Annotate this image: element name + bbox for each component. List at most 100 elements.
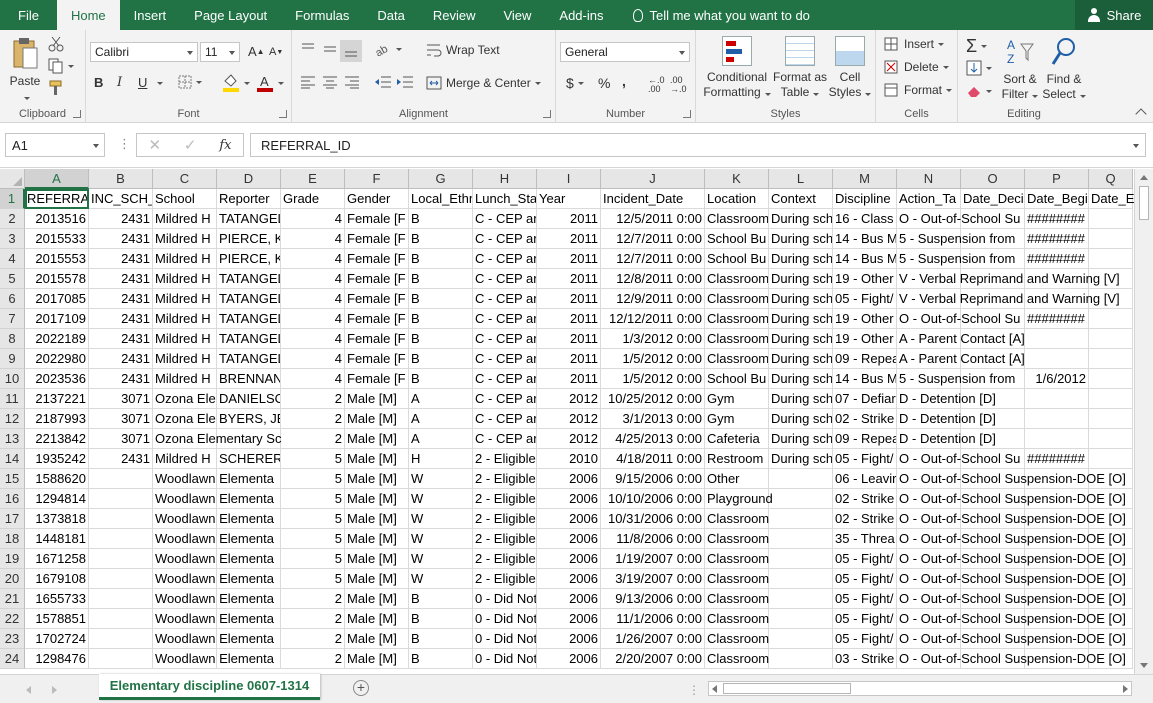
table-cell[interactable]: 2 <box>281 389 345 409</box>
table-cell[interactable]: Reporter <box>217 189 281 209</box>
table-cell[interactable]: B <box>409 309 473 329</box>
column-header-b[interactable]: B <box>89 169 153 189</box>
table-cell[interactable]: 2431 <box>89 329 153 349</box>
table-cell[interactable]: O - Out-of-School Suspension-DOE [O] <box>897 489 1126 509</box>
table-cell[interactable]: 07 - Defiar <box>833 389 897 409</box>
table-cell[interactable]: Action_Ta <box>897 189 961 209</box>
column-header-f[interactable]: F <box>345 169 409 189</box>
row-header-15[interactable]: 15 <box>0 469 25 489</box>
table-cell[interactable]: 2011 <box>537 269 601 289</box>
table-cell[interactable]: O - Out-of-School Suspension-DOE [O] <box>897 549 1126 569</box>
table-cell[interactable]: B <box>409 589 473 609</box>
delete-cells-button[interactable]: Delete <box>884 60 949 74</box>
table-cell[interactable]: ######## <box>1025 309 1089 329</box>
table-cell[interactable]: Mildred H <box>153 349 217 369</box>
table-cell[interactable]: Restroom <box>705 449 769 469</box>
table-cell[interactable]: Woodlawn Elementa <box>153 529 274 549</box>
share-button[interactable]: Share <box>1075 0 1153 30</box>
align-bottom-button[interactable] <box>340 40 362 62</box>
tab-insert[interactable]: Insert <box>120 0 181 30</box>
row-header-20[interactable]: 20 <box>0 569 25 589</box>
table-cell[interactable]: 12/7/2011 0:00 <box>601 249 705 269</box>
table-cell[interactable]: 2006 <box>537 489 601 509</box>
column-header-l[interactable]: L <box>769 169 833 189</box>
table-cell[interactable] <box>89 649 153 669</box>
table-cell[interactable]: 09 - Repea <box>833 429 897 449</box>
wrap-text-button[interactable]: Wrap Text <box>426 42 500 58</box>
table-cell[interactable]: 4 <box>281 209 345 229</box>
row-header-22[interactable]: 22 <box>0 609 25 629</box>
table-cell[interactable]: 1655733 <box>25 589 89 609</box>
column-header-q[interactable]: Q <box>1089 169 1133 189</box>
fill-color-button[interactable] <box>222 74 250 92</box>
vertical-scrollbar[interactable] <box>1134 169 1153 674</box>
table-cell[interactable]: Male [M] <box>345 649 409 669</box>
tab-add-ins[interactable]: Add-ins <box>545 0 617 30</box>
table-cell[interactable]: 1/6/2012 <box>1025 369 1089 389</box>
table-cell[interactable]: W <box>409 489 473 509</box>
table-cell[interactable]: 4/25/2013 0:00 <box>601 429 705 449</box>
table-cell[interactable]: Classroom <box>705 589 769 609</box>
table-cell[interactable]: C - CEP an <box>473 229 537 249</box>
table-cell[interactable]: 14 - Bus M <box>833 249 897 269</box>
clipboard-launcher-icon[interactable] <box>73 110 81 118</box>
fill-button[interactable] <box>966 60 992 76</box>
table-cell[interactable]: Lunch_Sta <box>473 189 537 209</box>
table-cell[interactable]: Mildred H <box>153 229 217 249</box>
table-cell[interactable]: O - Out-of-School Su <box>897 309 1020 329</box>
font-launcher-icon[interactable] <box>279 110 287 118</box>
table-cell[interactable] <box>89 529 153 549</box>
row-header-24[interactable]: 24 <box>0 649 25 669</box>
table-cell[interactable]: Classroom <box>705 509 769 529</box>
table-cell[interactable]: 4 <box>281 269 345 289</box>
table-cell[interactable]: School <box>153 189 217 209</box>
table-cell[interactable]: Female [F <box>345 309 409 329</box>
number-launcher-icon[interactable] <box>683 110 691 118</box>
table-cell[interactable]: Woodlawn Elementa <box>153 629 274 649</box>
table-cell[interactable]: Woodlawn Elementa <box>153 469 274 489</box>
table-cell[interactable]: 2 <box>281 409 345 429</box>
table-cell[interactable]: W <box>409 549 473 569</box>
table-cell[interactable]: C - CEP an <box>473 429 537 449</box>
table-cell[interactable]: 2 - Eligible <box>473 569 537 589</box>
table-cell[interactable]: O - Out-of-School Suspension-DOE [O] <box>897 609 1126 629</box>
row-header-7[interactable]: 7 <box>0 309 25 329</box>
row-header-13[interactable]: 13 <box>0 429 25 449</box>
table-cell[interactable]: TATANGEL <box>217 329 281 349</box>
table-cell[interactable]: 05 - Fight/ <box>833 609 897 629</box>
column-header-o[interactable]: O <box>961 169 1025 189</box>
table-cell[interactable]: 4 <box>281 309 345 329</box>
table-cell[interactable]: B <box>409 329 473 349</box>
table-cell[interactable]: 2017085 <box>25 289 89 309</box>
table-cell[interactable]: Male [M] <box>345 389 409 409</box>
table-cell[interactable]: 4 <box>281 289 345 309</box>
table-cell[interactable]: 0 - Did Not <box>473 609 537 629</box>
table-cell[interactable]: Classroom <box>705 269 769 289</box>
table-cell[interactable]: 1294814 <box>25 489 89 509</box>
table-cell[interactable]: B <box>409 269 473 289</box>
collapse-ribbon-icon[interactable] <box>1135 108 1147 120</box>
table-cell[interactable]: O - Out-of-School Suspension-DOE [O] <box>897 649 1126 669</box>
table-cell[interactable]: 2006 <box>537 509 601 529</box>
table-cell[interactable]: Classroom <box>705 549 769 569</box>
table-cell[interactable]: C - CEP an <box>473 289 537 309</box>
table-cell[interactable] <box>769 529 833 549</box>
table-cell[interactable]: 3/1/2013 0:00 <box>601 409 705 429</box>
table-cell[interactable]: Male [M] <box>345 609 409 629</box>
sheet-tab-active[interactable]: Elementary discipline 0607-1314 <box>99 674 320 700</box>
table-cell[interactable]: Female [F <box>345 229 409 249</box>
table-cell[interactable] <box>1025 409 1089 429</box>
table-cell[interactable]: 2011 <box>537 349 601 369</box>
table-cell[interactable]: 2 - Eligible <box>473 449 537 469</box>
percent-button[interactable]: % <box>598 75 610 91</box>
table-cell[interactable]: 2012 <box>537 389 601 409</box>
table-cell[interactable]: TATANGEL <box>217 269 281 289</box>
table-cell[interactable]: 2431 <box>89 249 153 269</box>
table-cell[interactable]: 5 <box>281 569 345 589</box>
table-cell[interactable]: 2006 <box>537 549 601 569</box>
table-cell[interactable]: 5 <box>281 489 345 509</box>
table-cell[interactable]: BRENNAN <box>217 369 281 389</box>
table-cell[interactable]: Classroom <box>705 329 769 349</box>
tab-data[interactable]: Data <box>363 0 418 30</box>
table-cell[interactable] <box>1025 329 1089 349</box>
